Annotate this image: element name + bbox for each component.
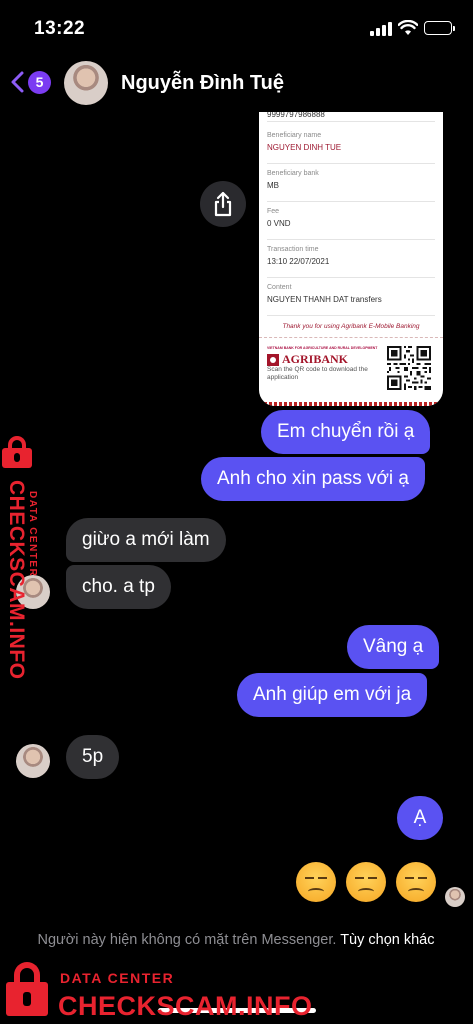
contact-avatar[interactable] — [64, 61, 108, 105]
sender-avatar[interactable] — [16, 744, 50, 778]
receipt-value: NGUYEN DINH TUE — [267, 143, 342, 152]
wifi-icon — [398, 20, 418, 35]
receipt-time-row: Transaction time 13:10 22/07/2021 — [267, 246, 435, 278]
status-time: 13:22 — [34, 18, 86, 39]
unavailable-notice: Người này hiện không có mặt trên Messeng… — [16, 928, 456, 952]
unread-count-badge: 5 — [28, 70, 51, 94]
message-bubble-outgoing[interactable]: Em chuyển rồi ạ — [261, 410, 431, 454]
receipt-label: Fee — [267, 208, 280, 215]
watermark-bottom: DATA CENTER CHECKSCAM.INFO — [6, 962, 312, 1021]
receipt-value: MB — [267, 181, 279, 190]
receipt-value: 0 VND — [267, 219, 291, 228]
lock-icon — [2, 436, 32, 468]
receipt-value: 13:10 22/07/2021 — [267, 257, 330, 266]
lock-icon — [6, 962, 48, 1018]
receipt-content-row: Content NGUYEN THANH DAT transfers — [267, 284, 435, 316]
cellular-signal-icon — [370, 22, 392, 36]
receipt-account-number: 9999797986888 — [267, 112, 325, 119]
qr-caption: Scan the QR code to download the applica… — [267, 366, 368, 381]
transfer-receipt-image[interactable]: 9999797986888 Beneficiary name NGUYEN DI… — [259, 112, 443, 406]
receipt-label: Transaction time — [267, 246, 319, 253]
receipt-label: Beneficiary bank — [267, 170, 319, 177]
receipt-divider — [259, 337, 443, 338]
bank-name: AGRIBANK — [282, 352, 349, 366]
status-bar: 13:22 — [0, 0, 473, 56]
watermark-text: CHECKSCAM.INFO — [5, 480, 28, 680]
message-bubble-outgoing[interactable]: Anh cho xin pass với ạ — [201, 457, 426, 501]
receipt-thanks: Thank you for using Agribank E-Mobile Ba… — [282, 323, 420, 330]
disappointed-face-icon[interactable] — [346, 862, 386, 902]
battery-icon — [424, 21, 455, 35]
bank-full-name: VIETNAM BANK FOR AGRICULTURE AND RURAL D… — [267, 346, 378, 350]
message-bubble-incoming[interactable]: cho. a tp — [66, 565, 171, 609]
receipt-value: NGUYEN THANH DAT transfers — [267, 295, 382, 304]
message-bubble-outgoing[interactable]: Ạ — [397, 796, 443, 840]
qr-code-icon — [387, 346, 431, 390]
receipt-account-row: 9999797986888 — [267, 112, 435, 122]
share-icon — [214, 191, 232, 217]
message-bubble-outgoing[interactable]: Anh giúp em với ja — [237, 673, 428, 717]
receipt-beneficiary-name-row: Beneficiary name NGUYEN DINH TUE — [267, 132, 435, 164]
chevron-left-icon — [11, 71, 24, 93]
watermark-text: CHECKSCAM.INFO — [58, 991, 313, 1021]
message-bubble-incoming[interactable]: giừo a mới làm — [66, 518, 226, 562]
share-button[interactable] — [200, 181, 246, 227]
more-options-link[interactable]: Tùy chọn khác — [340, 932, 434, 948]
receipt-fee-row: Fee 0 VND — [267, 208, 435, 240]
message-bubble-incoming[interactable]: 5p — [66, 735, 120, 779]
disappointed-face-icon[interactable] — [396, 862, 436, 902]
watermark-text: DATA CENTER — [27, 491, 38, 578]
receipt-beneficiary-bank-row: Beneficiary bank MB — [267, 170, 435, 202]
watermark-vertical: DATA CENTER CHECKSCAM.INFO — [2, 436, 52, 680]
receipt-label: Content — [267, 284, 292, 291]
receipt-torn-edge — [259, 402, 443, 406]
message-bubble-outgoing[interactable]: Vâng ạ — [347, 625, 440, 669]
chat-header: 5 Nguyễn Đình Tuệ — [0, 56, 473, 112]
agribank-mark-icon — [267, 353, 279, 366]
watermark-text: DATA CENTER — [60, 970, 175, 986]
receipt-label: Beneficiary name — [267, 132, 322, 139]
back-button[interactable]: 5 — [8, 66, 51, 98]
disappointed-face-icon[interactable] — [296, 862, 336, 902]
seen-indicator-avatar — [445, 887, 465, 907]
agribank-logo: AGRIBANK — [267, 352, 348, 367]
notice-text: Người này hiện không có mặt trên Messeng… — [37, 932, 337, 948]
contact-name[interactable]: Nguyễn Đình Tuệ — [121, 72, 284, 95]
